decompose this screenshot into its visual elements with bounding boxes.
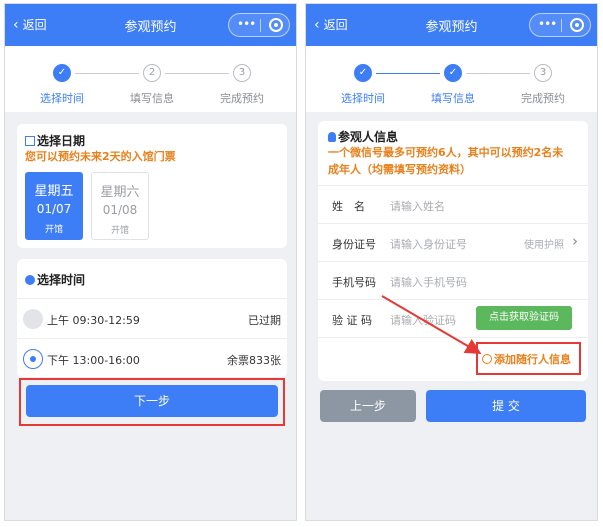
verify-code-field[interactable]: 验 证 码 请输入验证码 点击获取验证码: [318, 299, 588, 337]
step1-check-icon: ✓: [53, 64, 71, 82]
date-value: 01/07: [36, 202, 72, 216]
more-icon[interactable]: •••: [538, 17, 557, 31]
submit-button[interactable]: 提 交: [426, 390, 586, 422]
date-value: 01/08: [102, 203, 138, 217]
nav-bar: ‹ 返回 参观预约 •••: [5, 4, 296, 46]
close-target-icon[interactable]: [570, 18, 584, 32]
step1-label: 选择时间: [40, 92, 84, 105]
step1-label: 选择时间: [341, 92, 385, 105]
visitor-notice-line1: 一个微信号最多可预约6人，其中可以预约2名未: [328, 146, 564, 159]
visitor-card-title-text: 参观人信息: [338, 130, 399, 144]
date-weekday: 星期六: [100, 185, 140, 200]
slot-time: 下午 13:00-16:00: [47, 354, 140, 367]
date-status: 开馆: [110, 226, 129, 236]
use-passport-link[interactable]: 使用护照: [524, 236, 564, 251]
radio-dot: [30, 356, 36, 362]
id-number-input[interactable]: 请输入身份证号: [390, 236, 467, 252]
more-icon[interactable]: •••: [237, 17, 256, 31]
date-option-selected[interactable]: 星期五 01/07 开馆: [25, 172, 83, 240]
add-companion-link[interactable]: 添加随行人信息: [482, 351, 571, 367]
step3-circle: 3: [534, 64, 552, 82]
date-weekday: 星期五: [34, 184, 74, 199]
prev-step-button[interactable]: 上一步: [320, 390, 416, 422]
date-status: 开馆: [44, 225, 63, 235]
step2-check-icon: ✓: [444, 64, 462, 82]
mini-program-capsule: •••: [228, 13, 290, 37]
step2-circle: 2: [143, 64, 161, 82]
time-card-title: 选择时间: [25, 271, 85, 288]
id-number-label: 身份证号: [332, 238, 376, 251]
divider: [318, 337, 588, 338]
name-label: 姓 名: [332, 200, 365, 213]
name-field[interactable]: 姓 名 请输入姓名: [318, 185, 588, 223]
date-card-title-text: 选择日期: [37, 134, 86, 148]
date-card-title: 选择日期: [25, 132, 85, 149]
step-connector: [75, 73, 139, 74]
slot-status: 余票833张: [227, 354, 281, 367]
visitor-notice-line2: 成年人（均需填写预约资料）: [328, 163, 471, 176]
step3-label: 完成预约: [521, 92, 565, 105]
clock-icon: [25, 275, 35, 285]
step3-label: 完成预约: [220, 92, 264, 105]
phone-field[interactable]: 手机号码 请输入手机号码: [318, 261, 588, 299]
calendar-icon: [25, 136, 35, 146]
right-phone-screen: ‹ 返回 参观预约 ••• ✓ ✓ 3 选择时间 填写信息 完成预约 参观人信息 …: [305, 3, 598, 521]
step1-check-icon: ✓: [354, 64, 372, 82]
time-slot-expired: 上午 09:30-12:59 已过期: [17, 298, 287, 338]
time-card: 选择时间 上午 09:30-12:59 已过期 下午 13:00-16:00 余…: [17, 259, 287, 377]
chevron-right-icon: ›: [572, 232, 578, 250]
radio-disabled: [23, 309, 43, 329]
visitor-card-title: 参观人信息: [328, 128, 398, 145]
nav-bar: ‹ 返回 参观预约 •••: [306, 4, 597, 46]
phone-input[interactable]: 请输入手机号码: [390, 274, 467, 290]
date-card: 选择日期 您可以预约未来2天的入馆门票 星期五 01/07 开馆 星期六 01/…: [17, 124, 287, 248]
time-slot-selected[interactable]: 下午 13:00-16:00 余票833张: [17, 338, 287, 378]
id-number-field[interactable]: 身份证号 请输入身份证号 使用护照 ›: [318, 223, 588, 261]
left-phone-screen: ‹ 返回 参观预约 ••• ✓ 2 3 选择时间 填写信息 完成预约 选择日期 您…: [4, 3, 297, 521]
step-indicator: ✓ 2 3 选择时间 填写信息 完成预约: [5, 46, 296, 112]
step2-label: 填写信息: [431, 92, 475, 105]
step3-circle: 3: [233, 64, 251, 82]
mini-program-capsule: •••: [529, 13, 591, 37]
person-icon: [328, 132, 336, 142]
verify-code-label: 验 证 码: [332, 314, 372, 327]
step2-label: 填写信息: [130, 92, 174, 105]
next-step-button[interactable]: 下一步: [26, 385, 278, 417]
time-card-title-text: 选择时间: [37, 273, 86, 287]
visitor-card: 参观人信息 一个微信号最多可预约6人，其中可以预约2名未 成年人（均需填写预约资…: [318, 121, 588, 381]
verify-code-input[interactable]: 请输入验证码: [390, 312, 456, 328]
add-circle-icon: [482, 354, 492, 364]
radio-selected[interactable]: [23, 349, 43, 369]
name-input[interactable]: 请输入姓名: [390, 198, 445, 214]
slot-time: 上午 09:30-12:59: [47, 314, 140, 327]
step-connector: [466, 73, 530, 74]
close-target-icon[interactable]: [269, 18, 283, 32]
date-option[interactable]: 星期六 01/08 开馆: [91, 172, 149, 240]
slot-status: 已过期: [248, 314, 281, 327]
step-connector: [165, 73, 229, 74]
capsule-divider: [561, 19, 562, 32]
step-indicator: ✓ ✓ 3 选择时间 填写信息 完成预约: [306, 46, 597, 112]
date-notice: 您可以预约未来2天的入馆门票: [25, 150, 176, 163]
phone-label: 手机号码: [332, 276, 376, 289]
add-companion-text: 添加随行人信息: [494, 353, 571, 366]
capsule-divider: [260, 19, 261, 32]
get-code-button[interactable]: 点击获取验证码: [476, 306, 572, 330]
step-connector: [376, 73, 440, 74]
